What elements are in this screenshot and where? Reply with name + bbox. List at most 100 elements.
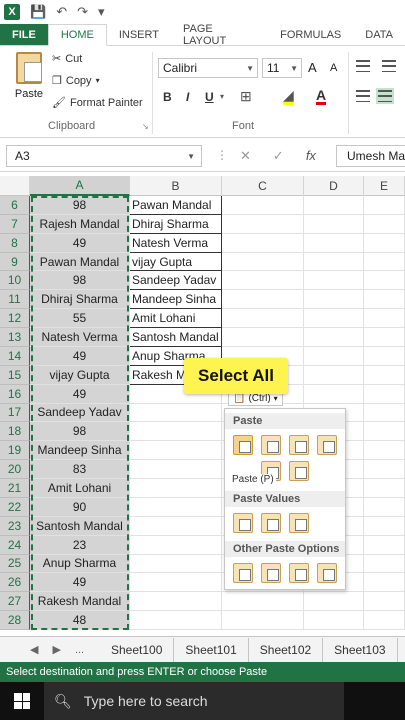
cell-a[interactable]: Santosh Mandal bbox=[30, 516, 130, 536]
cell-d[interactable] bbox=[304, 252, 364, 272]
cell-d[interactable] bbox=[304, 233, 364, 253]
cell-e[interactable] bbox=[364, 271, 405, 291]
cell-b[interactable]: vijay Gupta bbox=[130, 252, 222, 272]
row-header[interactable]: 11 bbox=[0, 290, 30, 310]
cell-b[interactable] bbox=[130, 611, 222, 630]
cell-e[interactable] bbox=[364, 441, 405, 461]
cell-c[interactable] bbox=[222, 271, 304, 291]
cell-a[interactable]: 49 bbox=[30, 233, 130, 253]
cell-b[interactable]: Dhiraj Sharma bbox=[130, 214, 222, 234]
cell-a[interactable]: 23 bbox=[30, 535, 130, 555]
cell-d[interactable] bbox=[304, 592, 364, 612]
cell-a[interactable]: Pawan Mandal bbox=[30, 252, 130, 272]
tab-page-layout[interactable]: PAGE LAYOUT bbox=[171, 23, 268, 47]
cell-b[interactable]: Amit Lohani bbox=[130, 309, 222, 329]
row-header[interactable]: 18 bbox=[0, 422, 30, 442]
cell-a[interactable]: Natesh Verma bbox=[30, 328, 130, 347]
cell-a[interactable]: Mandeep Sinha bbox=[30, 441, 130, 461]
cell-d[interactable] bbox=[304, 611, 364, 630]
align-left-icon[interactable] bbox=[354, 88, 372, 104]
cell-a[interactable]: 55 bbox=[30, 309, 130, 329]
cell-b[interactable] bbox=[130, 497, 222, 517]
cell-e[interactable] bbox=[364, 233, 405, 253]
column-header-c[interactable]: C bbox=[222, 176, 304, 196]
row-header[interactable]: 22 bbox=[0, 497, 30, 517]
cell-b[interactable] bbox=[130, 479, 222, 498]
cell-d[interactable] bbox=[304, 271, 364, 291]
cell-e[interactable] bbox=[364, 535, 405, 555]
row-header[interactable]: 16 bbox=[0, 384, 30, 404]
underline-button[interactable]: U bbox=[205, 90, 214, 104]
cell-a[interactable]: 98 bbox=[30, 422, 130, 442]
paste-button[interactable]: Paste bbox=[12, 52, 46, 116]
cell-a[interactable]: Rakesh Mandal bbox=[30, 592, 130, 612]
format-painter-button[interactable]: 🖌 Format Painter bbox=[52, 96, 143, 110]
cell-b[interactable] bbox=[130, 573, 222, 593]
tab-data[interactable]: DATA bbox=[353, 24, 405, 45]
column-header-d[interactable]: D bbox=[304, 176, 364, 196]
customize-qat-icon[interactable]: ▾ bbox=[98, 4, 105, 20]
cell-e[interactable] bbox=[364, 422, 405, 442]
row-header[interactable]: 15 bbox=[0, 365, 30, 385]
row-header[interactable]: 7 bbox=[0, 214, 30, 234]
row-header[interactable]: 9 bbox=[0, 252, 30, 272]
row-header[interactable]: 13 bbox=[0, 328, 30, 347]
align-top-icon[interactable] bbox=[354, 58, 372, 74]
cell-c[interactable] bbox=[222, 252, 304, 272]
copy-button[interactable]: ❐ Copy ▾ bbox=[52, 74, 100, 88]
cell-a[interactable]: 49 bbox=[30, 384, 130, 404]
tab-insert[interactable]: INSERT bbox=[107, 24, 171, 45]
insert-function-icon[interactable]: fx bbox=[306, 148, 316, 164]
cell-a[interactable]: 90 bbox=[30, 497, 130, 517]
cell-b[interactable] bbox=[130, 592, 222, 612]
cell-c[interactable] bbox=[222, 196, 304, 215]
cut-button[interactable]: ✂ Cut bbox=[52, 52, 82, 66]
save-icon[interactable]: 💾 bbox=[30, 4, 46, 20]
paste-picture-icon[interactable] bbox=[289, 563, 309, 583]
tab-formulas[interactable]: FORMULAS bbox=[268, 24, 353, 45]
sheet-tab[interactable]: Sheet102 bbox=[249, 637, 324, 662]
cell-e[interactable] bbox=[364, 346, 405, 366]
cell-e[interactable] bbox=[364, 365, 405, 385]
cell-e[interactable] bbox=[364, 479, 405, 498]
shrink-font-button[interactable]: A bbox=[330, 62, 337, 74]
cell-d[interactable] bbox=[304, 196, 364, 215]
dialog-launcher-icon[interactable]: ↘ bbox=[142, 122, 149, 131]
paste-icon[interactable] bbox=[233, 435, 253, 455]
cell-e[interactable] bbox=[364, 403, 405, 423]
cell-e[interactable] bbox=[364, 290, 405, 310]
bold-button[interactable]: B bbox=[163, 90, 172, 104]
cell-d[interactable] bbox=[304, 346, 364, 366]
row-header[interactable]: 27 bbox=[0, 592, 30, 612]
row-header[interactable]: 19 bbox=[0, 441, 30, 461]
row-header[interactable]: 25 bbox=[0, 554, 30, 574]
align-middle-icon[interactable] bbox=[380, 58, 398, 74]
formula-input[interactable]: Umesh Ma bbox=[336, 145, 405, 167]
cell-e[interactable] bbox=[364, 592, 405, 612]
cell-c[interactable] bbox=[222, 309, 304, 329]
cell-e[interactable] bbox=[364, 497, 405, 517]
cell-a[interactable]: 48 bbox=[30, 611, 130, 630]
cell-a[interactable]: Sandeep Yadav bbox=[30, 403, 130, 423]
cell-b[interactable]: Santosh Mandal bbox=[130, 328, 222, 347]
cell-c[interactable] bbox=[222, 233, 304, 253]
row-header[interactable]: 28 bbox=[0, 611, 30, 630]
sheet-prev-icon[interactable]: ◀ bbox=[30, 643, 38, 656]
cell-b[interactable] bbox=[130, 460, 222, 480]
cell-c[interactable] bbox=[222, 592, 304, 612]
cell-b[interactable] bbox=[130, 554, 222, 574]
paste-linked-picture-icon[interactable] bbox=[317, 563, 337, 583]
cell-b[interactable]: Pawan Mandal bbox=[130, 196, 222, 215]
sheet-next-icon[interactable]: ▶ bbox=[52, 643, 60, 656]
paste-values-icon[interactable] bbox=[233, 513, 253, 533]
row-header[interactable]: 20 bbox=[0, 460, 30, 480]
cell-a[interactable]: Amit Lohani bbox=[30, 479, 130, 498]
column-header-b[interactable]: B bbox=[130, 176, 222, 196]
select-all-corner[interactable] bbox=[0, 176, 30, 196]
cell-a[interactable]: 83 bbox=[30, 460, 130, 480]
font-name-select[interactable]: Calibri ▼ bbox=[158, 58, 258, 78]
tab-file[interactable]: FILE bbox=[0, 24, 48, 45]
cell-b[interactable] bbox=[130, 441, 222, 461]
cell-e[interactable] bbox=[364, 309, 405, 329]
paste-transpose-icon[interactable] bbox=[289, 461, 309, 481]
